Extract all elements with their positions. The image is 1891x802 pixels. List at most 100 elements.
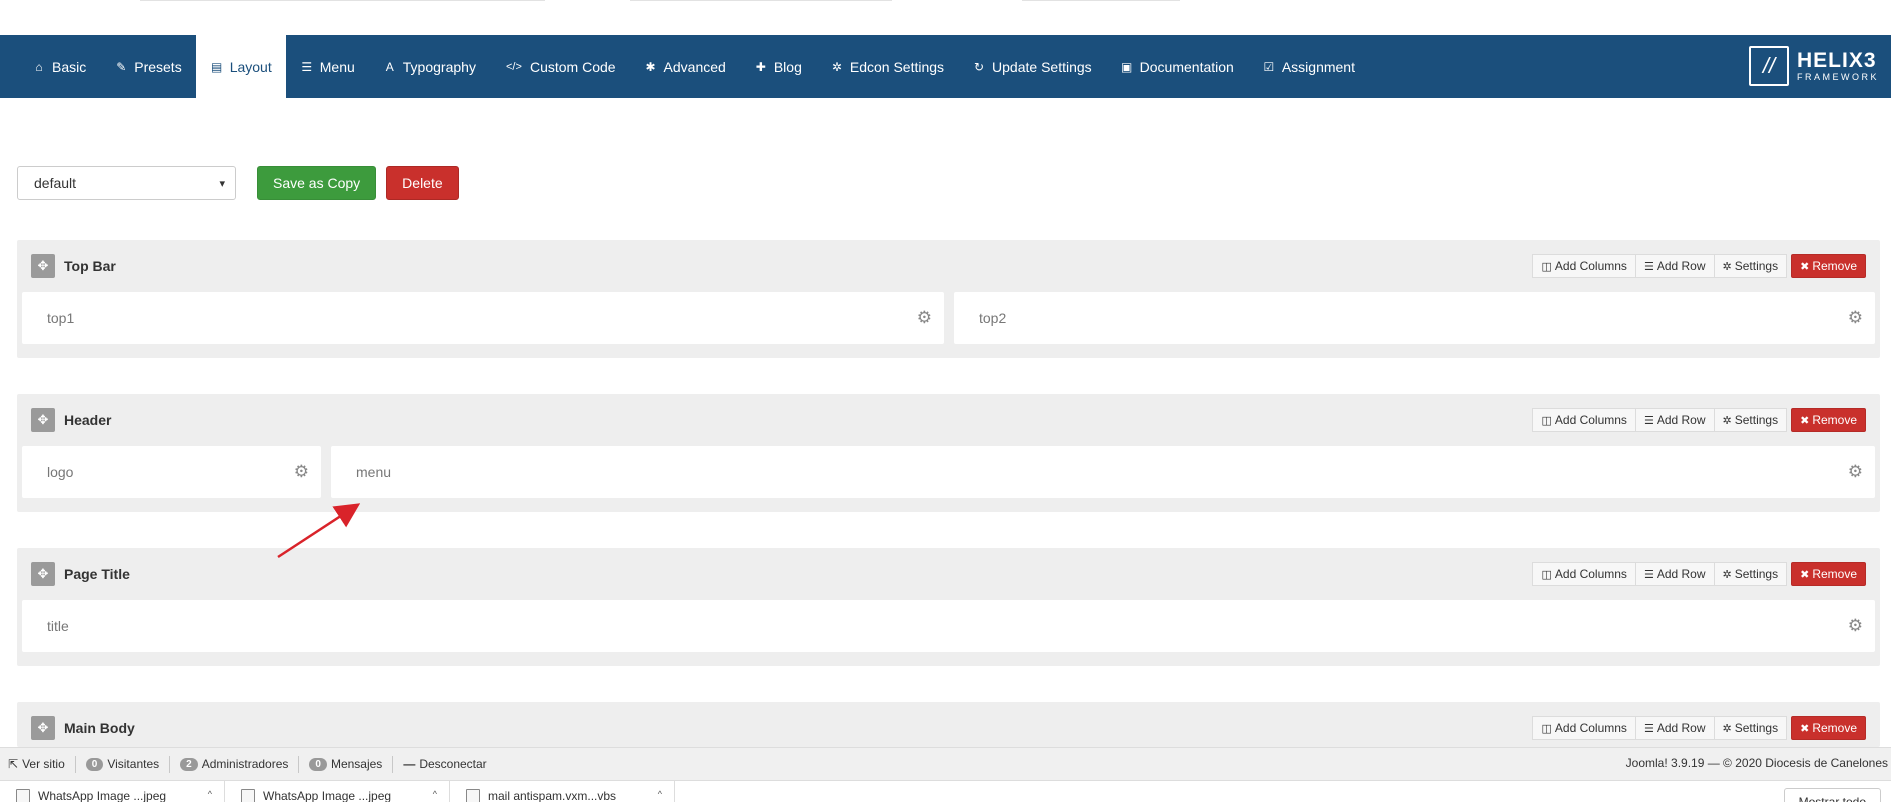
column-label: menu [356, 464, 392, 480]
admins-link[interactable]: 2 Administradores [170, 755, 300, 773]
download-item[interactable]: WhatsApp Image ...jpeg ^ [225, 781, 450, 802]
layout-select[interactable]: default ▾ [17, 166, 236, 200]
column-settings-icon[interactable]: ⚙ [917, 308, 932, 328]
column-settings-icon[interactable]: ⚙ [1848, 616, 1863, 636]
column-menu[interactable]: menu ⚙ [331, 446, 1875, 498]
add-columns-button[interactable]: ◫ Add Columns [1532, 716, 1636, 740]
add-columns-button[interactable]: ◫ Add Columns [1532, 562, 1636, 586]
bars-icon: ☰ [1643, 568, 1654, 581]
tab-assignment[interactable]: ☑ Assignment [1248, 35, 1369, 98]
close-icon: ✖ [1800, 414, 1810, 427]
row-title: Top Bar [64, 258, 116, 274]
tab-typography[interactable]: A Typography [369, 35, 490, 98]
bars-icon: ☰ [1643, 260, 1654, 273]
column-top1[interactable]: top1 ⚙ [22, 292, 944, 344]
minus-icon: — [403, 757, 416, 771]
column-label: top1 [47, 310, 75, 326]
messages-badge: 0 [309, 757, 327, 771]
columns-icon: ◫ [1541, 414, 1552, 427]
close-icon: ✖ [1800, 568, 1810, 581]
refresh-icon: ↻ [974, 59, 985, 74]
column-label: title [47, 618, 69, 634]
layout-icon: ▤ [211, 59, 223, 74]
action-label: Settings [1734, 721, 1779, 735]
messages-link[interactable]: 0 Mensajes [299, 755, 394, 773]
home-icon: ⌂ [35, 59, 43, 74]
add-columns-button[interactable]: ◫ Add Columns [1532, 408, 1636, 432]
remove-button[interactable]: ✖ Remove [1791, 716, 1866, 740]
add-row-button[interactable]: ☰ Add Row [1634, 254, 1715, 278]
add-row-button[interactable]: ☰ Add Row [1634, 562, 1715, 586]
messages-label: Mensajes [330, 757, 383, 771]
action-label: Add Columns [1554, 413, 1627, 427]
move-icon[interactable]: ✥ [31, 408, 55, 432]
tab-blog[interactable]: ✚ Blog [740, 35, 816, 98]
remove-button[interactable]: ✖ Remove [1791, 562, 1866, 586]
tab-label: Update Settings [992, 58, 1092, 75]
tab-label: Advanced [663, 58, 726, 75]
settings-button[interactable]: ✲ Settings [1713, 716, 1788, 740]
columns-icon: ◫ [1541, 568, 1552, 581]
column-label: top2 [979, 310, 1007, 326]
external-link-icon: ⇱ [8, 757, 19, 771]
action-label: Add Row [1656, 721, 1706, 735]
logout-link[interactable]: — Desconectar [393, 756, 496, 773]
tab-presets[interactable]: ✎ Presets [100, 35, 195, 98]
tab-basic[interactable]: ⌂ Basic [18, 35, 100, 98]
pin-icon: ✚ [755, 59, 766, 74]
cogs-icon: ✲ [831, 59, 842, 74]
visitors-badge: 0 [85, 757, 104, 771]
download-name: WhatsApp Image ...jpeg [263, 789, 392, 802]
chevron-up-icon[interactable]: ^ [433, 789, 437, 799]
visitors-link[interactable]: 0 Visitantes [76, 755, 171, 773]
show-all-button[interactable]: Mostrar todo [1783, 788, 1881, 802]
chevron-down-icon: ▾ [219, 177, 225, 190]
cog-icon: ✱ [645, 59, 656, 74]
brand-subtitle: FRAMEWORK [1797, 72, 1879, 82]
file-icon [16, 789, 30, 802]
tab-advanced[interactable]: ✱ Advanced [630, 35, 740, 98]
tab-menu[interactable]: ☰ Menu [286, 35, 369, 98]
tab-edcon-settings[interactable]: ✲ Edcon Settings [816, 35, 958, 98]
tab-layout[interactable]: ▤ Layout [195, 35, 286, 98]
tab-documentation[interactable]: ▣ Documentation [1106, 35, 1248, 98]
move-icon[interactable]: ✥ [31, 562, 55, 586]
download-item[interactable]: mail antispam.vxm...vbs ^ [450, 781, 675, 802]
column-settings-icon[interactable]: ⚙ [1848, 308, 1863, 328]
download-item[interactable]: WhatsApp Image ...jpeg ^ [0, 781, 225, 802]
columns-icon: ◫ [1541, 722, 1552, 735]
add-columns-button[interactable]: ◫ Add Columns [1532, 254, 1636, 278]
delete-button[interactable]: Delete [386, 166, 459, 200]
download-name: WhatsApp Image ...jpeg [38, 789, 167, 802]
column-title[interactable]: title ⚙ [22, 600, 1875, 652]
add-row-button[interactable]: ☰ Add Row [1634, 716, 1715, 740]
tab-update-settings[interactable]: ↻ Update Settings [958, 35, 1106, 98]
tab-custom-code[interactable]: </> Custom Code [490, 35, 630, 98]
helix3-logo: // HELIX3 FRAMEWORK [1749, 46, 1879, 86]
save-as-copy-button[interactable]: Save as Copy [257, 166, 377, 200]
remove-button[interactable]: ✖ Remove [1791, 254, 1866, 278]
view-site-link[interactable]: ⇱ Ver sitio [8, 755, 76, 773]
cogs-icon: ✲ [1722, 414, 1732, 427]
column-top2[interactable]: top2 ⚙ [954, 292, 1875, 344]
move-icon[interactable]: ✥ [31, 716, 55, 740]
move-icon[interactable]: ✥ [31, 254, 55, 278]
column-settings-icon[interactable]: ⚙ [294, 462, 309, 482]
code-icon: </> [506, 60, 522, 73]
settings-button[interactable]: ✲ Settings [1713, 254, 1788, 278]
download-name: mail antispam.vxm...vbs [488, 789, 617, 802]
add-row-button[interactable]: ☰ Add Row [1634, 408, 1715, 432]
settings-button[interactable]: ✲ Settings [1713, 408, 1788, 432]
action-label: Add Columns [1554, 259, 1627, 273]
layout-select-value: default [34, 175, 77, 191]
action-label: Add Row [1656, 413, 1706, 427]
chevron-up-icon[interactable]: ^ [208, 789, 212, 799]
settings-button[interactable]: ✲ Settings [1713, 562, 1788, 586]
column-logo[interactable]: logo ⚙ [22, 446, 321, 498]
remove-button[interactable]: ✖ Remove [1791, 408, 1866, 432]
column-settings-icon[interactable]: ⚙ [1848, 462, 1863, 482]
version-copyright: Joomla! 3.9.19 — © 2020 Diocesis de Cane… [1625, 756, 1888, 770]
tab-label: Menu [319, 58, 355, 75]
chevron-up-icon[interactable]: ^ [658, 789, 662, 799]
action-label: Remove [1812, 567, 1857, 581]
